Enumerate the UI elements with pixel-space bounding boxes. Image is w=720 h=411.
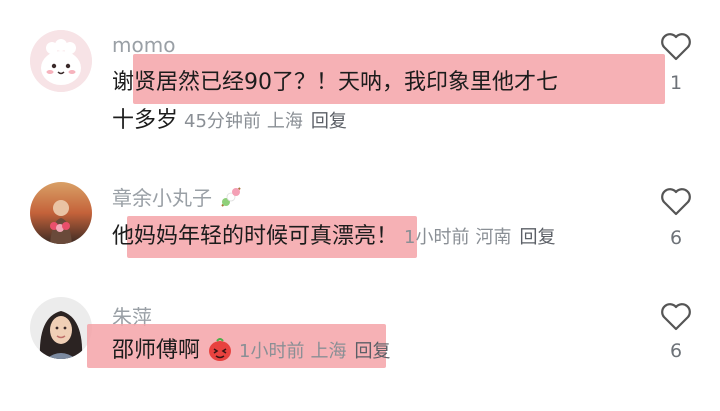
comment-time: 1小时前 <box>239 341 305 362</box>
comment-text: 十多岁 <box>112 108 179 133</box>
comment-item: 朱萍 邵师傅啊 1小时前 上海 回复 6 <box>0 290 720 411</box>
photo-avatar-icon <box>30 297 92 359</box>
like-heart-icon[interactable] <box>660 301 692 331</box>
comment-item: momo 谢贤居然已经90了？！天呐，我印象里他才七 十多岁 45分钟前 上海 回复 … <box>0 0 720 170</box>
comment-text-line1: 谢贤居然已经90了？！天呐，我印象里他才七 <box>112 70 558 95</box>
photo-avatar-icon <box>30 182 92 244</box>
comment-item: 章余小丸子 他妈妈年轻的时候可真漂亮！ 1小时前 河南 回复 6 <box>0 170 720 290</box>
like-count: 6 <box>669 227 683 249</box>
reply-button[interactable]: 回复 <box>311 111 347 132</box>
reply-button[interactable]: 回复 <box>354 341 390 362</box>
avatar[interactable] <box>30 30 92 92</box>
comment-text: 邵师傅啊 <box>112 338 201 363</box>
comment-text-line2: 十多岁 45分钟前 上海 回复 <box>112 106 347 137</box>
comment-location: 上海 <box>266 111 303 132</box>
reply-button[interactable]: 回复 <box>519 227 555 248</box>
comment-text: 他妈妈年轻的时候可真漂亮！ <box>112 224 399 249</box>
like-count: 6 <box>669 340 683 362</box>
cartoon-avatar-icon <box>30 30 92 92</box>
like-count: 1 <box>669 72 683 94</box>
username[interactable]: 章余小丸子 <box>112 182 244 211</box>
avatar[interactable] <box>30 297 92 359</box>
shy-face-icon <box>209 338 232 361</box>
comment-time: 45分钟前 <box>184 111 261 132</box>
dango-icon <box>221 187 242 207</box>
comment-time: 1小时前 <box>404 227 470 248</box>
comment-text-line: 邵师傅啊 1小时前 上海 回复 <box>112 336 390 367</box>
like-heart-icon[interactable] <box>660 31 692 61</box>
like-heart-icon[interactable] <box>660 186 692 216</box>
comment-location: 河南 <box>475 227 512 248</box>
avatar[interactable] <box>30 182 92 244</box>
comment-text-line: 他妈妈年轻的时候可真漂亮！ 1小时前 河南 回复 <box>112 222 555 253</box>
comment-location: 上海 <box>310 341 347 362</box>
username-text: 章余小丸子 <box>112 186 212 210</box>
